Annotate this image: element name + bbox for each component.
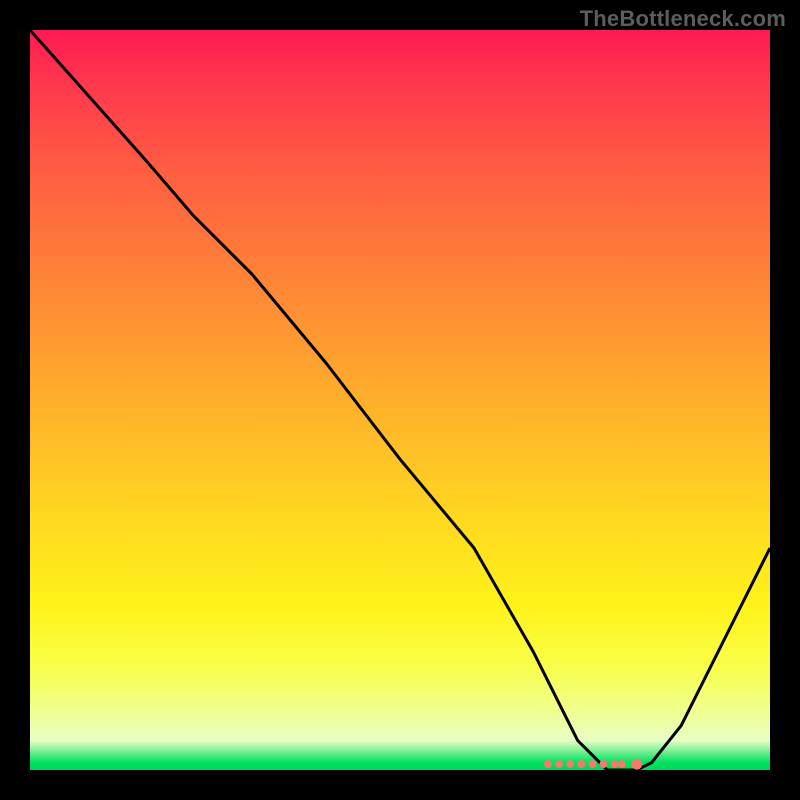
marker-dot (588, 760, 596, 768)
bottleneck-curve-path (30, 30, 770, 770)
marker-dot (618, 760, 626, 768)
plot-area (30, 30, 770, 770)
marker-dot (600, 760, 608, 768)
attribution-text: TheBottleneck.com (580, 6, 786, 32)
optimal-range-markers (544, 759, 642, 770)
chart-container: TheBottleneck.com (0, 0, 800, 800)
marker-dot (611, 760, 619, 768)
marker-dot (577, 760, 585, 768)
marker-dot (555, 760, 563, 768)
marker-dot (566, 760, 574, 768)
marker-dot (544, 760, 552, 768)
marker-dot (631, 759, 642, 770)
curve-layer (30, 30, 770, 770)
